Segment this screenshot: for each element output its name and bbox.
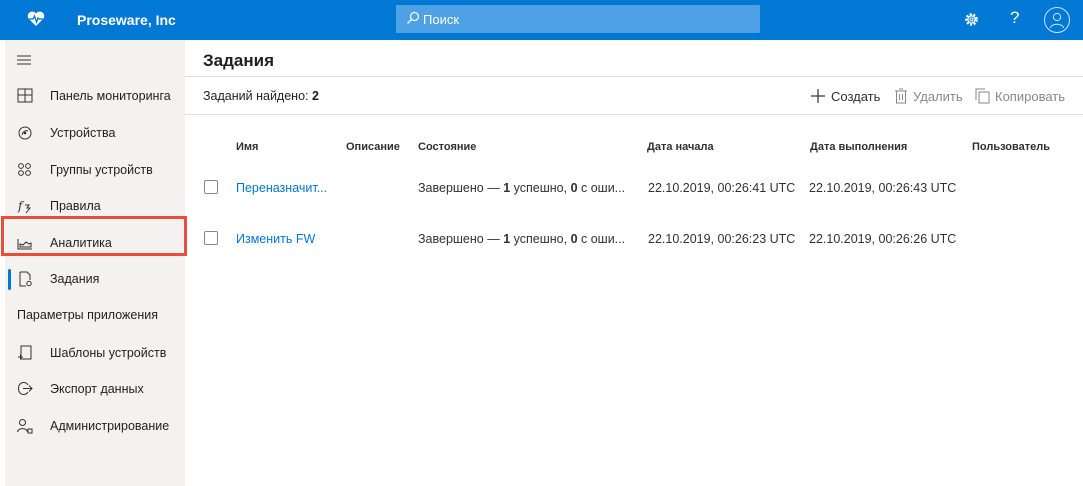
sidebar-item-label: Группы устройств bbox=[50, 163, 153, 177]
status-error-count: 0 bbox=[570, 181, 578, 195]
status-prefix: Завершено — bbox=[418, 232, 500, 246]
sidebar-item-device-templates[interactable]: Шаблоны устройств bbox=[5, 335, 185, 371]
command-bar: Заданий найдено: 2 Создать Удалить Копир… bbox=[185, 77, 1083, 115]
svg-text:f: f bbox=[17, 199, 25, 213]
status-suffix: с оши... bbox=[581, 181, 626, 195]
copy-button[interactable]: Копировать bbox=[975, 88, 1065, 104]
sidebar-item-dashboard[interactable]: Панель мониторинга bbox=[5, 78, 185, 114]
brand-name[interactable]: Proseware, Inc bbox=[77, 12, 176, 28]
plus-icon bbox=[811, 89, 825, 103]
highlight-frame bbox=[1, 216, 187, 256]
table-row[interactable]: Переназначит... Завершено — 1 успешно, 0… bbox=[185, 180, 1083, 216]
sidebar-item-label: Администрирование bbox=[50, 419, 170, 433]
status-prefix: Завершено — bbox=[418, 181, 500, 195]
sidebar-item-label: Шаблоны устройств bbox=[50, 346, 167, 360]
search-placeholder[interactable]: Поиск bbox=[423, 12, 459, 27]
row-checkbox[interactable] bbox=[204, 180, 218, 194]
row-checkbox[interactable] bbox=[204, 231, 218, 245]
delete-button[interactable]: Удалить bbox=[894, 88, 963, 104]
help-icon[interactable]: ? bbox=[1010, 8, 1019, 28]
job-start-date: 22.10.2019, 00:26:23 UTC bbox=[648, 232, 796, 246]
search-box[interactable]: Поиск bbox=[396, 5, 760, 33]
sidebar: Панель мониторинга Устройства Группы уст… bbox=[5, 40, 185, 486]
main-content: Задания Заданий найдено: 2 Создать Удали… bbox=[185, 40, 1083, 486]
status-mid: успешно, bbox=[513, 181, 568, 195]
column-header-name[interactable]: Имя bbox=[236, 141, 258, 153]
job-name-link[interactable]: Переназначит... bbox=[236, 181, 327, 195]
jobs-icon bbox=[19, 271, 32, 287]
sidebar-item-data-export[interactable]: Экспорт данных bbox=[5, 371, 185, 407]
sidebar-item-label: Панель мониторинга bbox=[50, 89, 171, 103]
app-settings-section-title: Параметры приложения bbox=[17, 308, 159, 322]
create-button[interactable]: Создать bbox=[810, 88, 880, 104]
top-bar: Proseware, Inc Поиск ? bbox=[0, 0, 1083, 40]
heart-pulse-logo-icon bbox=[27, 11, 45, 26]
copy-label: Копировать bbox=[995, 89, 1065, 104]
sidebar-item-jobs[interactable]: Задания bbox=[5, 261, 185, 297]
job-start-date: 22.10.2019, 00:26:41 UTC bbox=[648, 181, 796, 195]
jobs-found-count: Заданий найдено: 2 bbox=[203, 89, 319, 103]
sidebar-item-administration[interactable]: Администрирование bbox=[5, 408, 185, 444]
sidebar-item-label: Устройства bbox=[50, 126, 116, 140]
gear-icon[interactable] bbox=[963, 11, 980, 28]
status-mid: успешно, bbox=[513, 232, 568, 246]
job-name-link[interactable]: Изменить FW bbox=[236, 232, 315, 246]
column-header-description[interactable]: Описание bbox=[346, 141, 400, 153]
active-indicator bbox=[8, 269, 11, 290]
search-icon bbox=[407, 11, 420, 24]
column-header-status[interactable]: Состояние bbox=[418, 141, 476, 153]
data-export-icon bbox=[17, 381, 33, 396]
sidebar-item-label: Задания bbox=[50, 272, 100, 286]
create-label: Создать bbox=[831, 89, 881, 104]
sidebar-item-label: Экспорт данных bbox=[50, 382, 144, 396]
status-suffix: с оши... bbox=[581, 232, 626, 246]
delete-label: Удалить bbox=[913, 89, 963, 104]
hamburger-menu-icon[interactable] bbox=[17, 54, 31, 66]
status-success-count: 1 bbox=[503, 232, 511, 246]
table-row[interactable]: Изменить FW Завершено — 1 успешно, 0 с о… bbox=[185, 231, 1083, 267]
avatar[interactable] bbox=[1044, 7, 1070, 33]
status-success-count: 1 bbox=[503, 181, 511, 195]
trash-icon bbox=[895, 88, 907, 104]
device-templates-icon bbox=[18, 345, 32, 360]
sidebar-item-label: Правила bbox=[50, 199, 101, 213]
sidebar-item-device-groups[interactable]: Группы устройств bbox=[5, 152, 185, 188]
job-status: Завершено — 1 успешно, 0 с оши... bbox=[418, 181, 625, 195]
job-end-date: 22.10.2019, 00:26:43 UTC bbox=[809, 181, 957, 195]
administration-icon bbox=[17, 419, 33, 434]
page-title: Задания bbox=[203, 51, 274, 70]
sidebar-item-devices[interactable]: Устройства bbox=[5, 115, 185, 151]
status-error-count: 0 bbox=[570, 232, 578, 246]
copy-icon bbox=[975, 88, 990, 104]
devices-icon bbox=[18, 126, 32, 140]
found-count: 2 bbox=[311, 89, 319, 103]
device-groups-icon bbox=[18, 163, 31, 176]
user-icon bbox=[1050, 12, 1064, 29]
dashboard-icon bbox=[17, 88, 33, 103]
column-header-start-date[interactable]: Дата начала bbox=[647, 141, 714, 153]
rules-icon: f bbox=[17, 199, 32, 214]
job-status: Завершено — 1 успешно, 0 с оши... bbox=[418, 232, 625, 246]
job-end-date: 22.10.2019, 00:26:26 UTC bbox=[809, 232, 957, 246]
found-label: Заданий найдено: bbox=[203, 89, 309, 103]
column-header-user[interactable]: Пользователь bbox=[972, 141, 1050, 153]
column-header-end-date[interactable]: Дата выполнения bbox=[810, 141, 907, 153]
